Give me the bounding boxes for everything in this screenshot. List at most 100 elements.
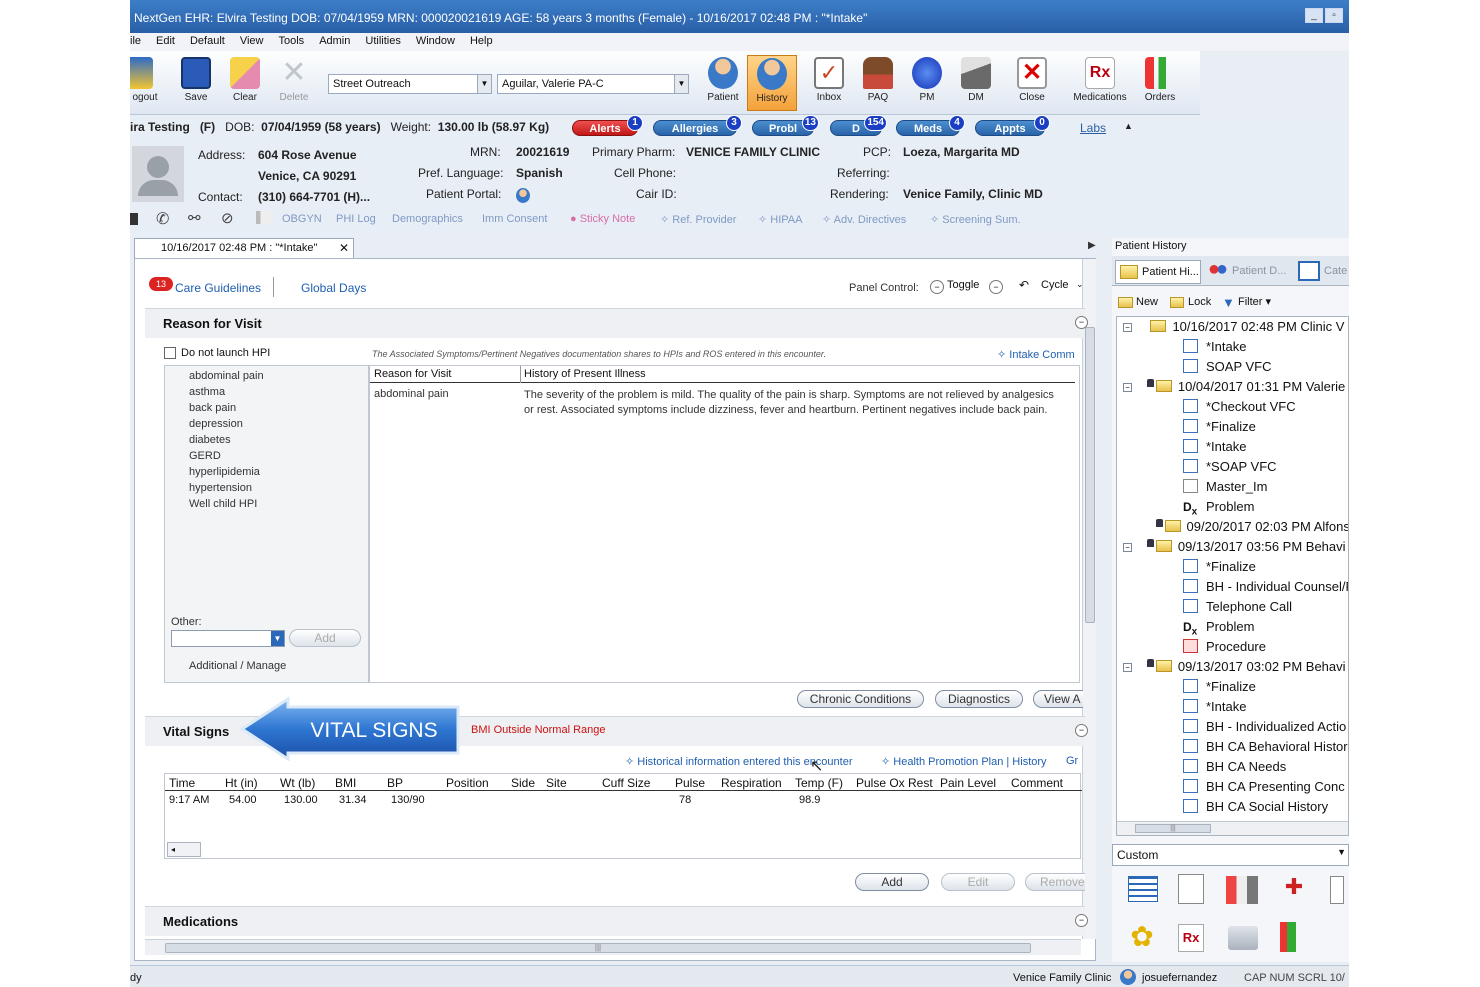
- more-icon[interactable]: [1330, 876, 1344, 904]
- tree-document[interactable]: BH CA Social History: [1183, 799, 1328, 819]
- hpi-item[interactable]: Well child HPI: [189, 498, 264, 514]
- col-hpi-header[interactable]: History of Present Illness: [524, 368, 646, 380]
- medical-bag-icon[interactable]: ✚: [1278, 874, 1310, 904]
- do-not-launch-checkbox[interactable]: [164, 347, 176, 359]
- main-horizontal-scrollbar[interactable]: |||: [145, 939, 1081, 955]
- col-site[interactable]: Site: [546, 776, 567, 790]
- paq-button[interactable]: PAQ: [852, 55, 904, 111]
- tree-document[interactable]: Telephone Call: [1183, 599, 1292, 619]
- demographics-link[interactable]: Demographics: [392, 213, 463, 225]
- col-respiration[interactable]: Respiration: [721, 776, 782, 790]
- col-side[interactable]: Side: [511, 776, 535, 790]
- phone-icon[interactable]: ✆: [156, 209, 169, 229]
- chevron-down-icon[interactable]: ▼: [271, 631, 284, 646]
- menu-window[interactable]: Window: [416, 33, 462, 51]
- col-position[interactable]: Position: [446, 776, 489, 790]
- add-vitals-button[interactable]: Add: [855, 873, 929, 891]
- hpi-cell[interactable]: The severity of the problem is mild. The…: [524, 388, 1064, 418]
- tree-document[interactable]: BH CA Presenting Conc: [1183, 779, 1345, 799]
- hpi-item[interactable]: abdominal pain: [189, 370, 264, 386]
- tree-document[interactable]: *Intake: [1183, 339, 1246, 359]
- view-button[interactable]: View A: [1033, 690, 1083, 708]
- tree-document[interactable]: *Finalize: [1183, 679, 1256, 699]
- appts-button[interactable]: Appts 0: [975, 115, 1050, 136]
- menu-tools[interactable]: Tools: [279, 33, 312, 51]
- tree-document[interactable]: *SOAP VFC: [1183, 459, 1277, 479]
- pm-button[interactable]: PM: [901, 55, 953, 111]
- col-bmi[interactable]: BMI: [335, 776, 356, 790]
- encounter-tab[interactable]: 10/16/2017 02:48 PM : "*Intake" ✕: [134, 238, 354, 258]
- tab-patient-documents[interactable]: Patient D...: [1208, 263, 1286, 279]
- tree-folder[interactable]: − 10/04/2017 01:31 PM Valerie: [1123, 379, 1345, 399]
- tree-folder[interactable]: 09/20/2017 02:03 PM Alfonsi: [1123, 519, 1348, 539]
- clear-button[interactable]: Clear: [219, 55, 271, 111]
- alerts-button[interactable]: Alerts 1: [572, 115, 643, 136]
- tab-scroll-right-icon[interactable]: ▶: [1088, 240, 1096, 251]
- portal-user-icon[interactable]: [516, 188, 530, 203]
- tab-categories[interactable]: Cate: [1298, 261, 1347, 281]
- collapse-section-icon[interactable]: −: [1075, 914, 1088, 927]
- minimize-button[interactable]: _: [1305, 8, 1323, 23]
- global-days-link[interactable]: Global Days: [301, 281, 366, 295]
- tree-horizontal-scrollbar[interactable]: |||: [1117, 821, 1348, 835]
- new-button[interactable]: New: [1118, 296, 1158, 308]
- hpi-item[interactable]: hypertension: [189, 482, 264, 498]
- diagnostics-button[interactable]: Diagnostics: [935, 690, 1023, 708]
- col-cuff-size[interactable]: Cuff Size: [602, 776, 650, 790]
- diagnoses-button[interactable]: D 154: [830, 115, 887, 136]
- gr-link[interactable]: Gr: [1066, 755, 1078, 767]
- filter-button[interactable]: ▼ Filter ▾: [1222, 295, 1271, 310]
- dm-button[interactable]: DM: [950, 55, 1002, 111]
- link-icon[interactable]: ⚯: [188, 209, 201, 227]
- menu-view[interactable]: View: [240, 33, 271, 51]
- menu-edit[interactable]: Edit: [156, 33, 182, 51]
- tree-document[interactable]: BH CA Needs: [1183, 759, 1286, 779]
- ref-provider-link[interactable]: ✧ Ref. Provider: [660, 213, 736, 226]
- chart-pages-icon[interactable]: [1226, 876, 1258, 904]
- col-reason-header[interactable]: Reason for Visit: [374, 368, 451, 380]
- hpi-item[interactable]: depression: [189, 418, 264, 434]
- adv-directives-link[interactable]: ✧ Adv. Directives: [822, 213, 906, 226]
- col-pain-level[interactable]: Pain Level: [940, 776, 996, 790]
- tree-document[interactable]: *Finalize: [1183, 559, 1256, 579]
- hpi-item[interactable]: hyperlipidemia: [189, 466, 264, 482]
- intake-comments-link[interactable]: ✧ Intake Comm: [997, 348, 1075, 361]
- tree-document[interactable]: Master_Im: [1183, 479, 1267, 499]
- sticky-note-link[interactable]: ● Sticky Note: [570, 213, 635, 225]
- view-select[interactable]: Custom ▼: [1112, 844, 1349, 866]
- tree-document[interactable]: SOAP VFC: [1183, 359, 1272, 379]
- collapse-icon[interactable]: ▲: [1124, 121, 1133, 131]
- reason-cell[interactable]: abdominal pain: [374, 388, 449, 400]
- tree-document[interactable]: BH CA Behavioral Histor: [1183, 739, 1348, 759]
- lock-button[interactable]: Lock: [1170, 296, 1211, 308]
- patient-button[interactable]: Patient: [697, 55, 749, 111]
- compass-icon[interactable]: ⊘: [221, 209, 234, 227]
- tree-folder[interactable]: − 10/16/2017 02:48 PM Clinic V: [1123, 319, 1344, 339]
- remove-vitals-button[interactable]: Remove: [1025, 873, 1085, 891]
- menu-admin[interactable]: Admin: [319, 33, 357, 51]
- test-tubes-icon[interactable]: [1280, 922, 1296, 952]
- tree-document[interactable]: *Checkout VFC: [1183, 399, 1296, 419]
- tree-procedure[interactable]: Procedure: [1183, 639, 1266, 659]
- tree-document[interactable]: BH - Individualized Actio: [1183, 719, 1346, 739]
- tree-folder[interactable]: − 09/13/2017 03:02 PM Behavi: [1123, 659, 1346, 679]
- stack-icon[interactable]: [1228, 926, 1258, 950]
- col-height[interactable]: Ht (in): [225, 776, 258, 790]
- hpi-item[interactable]: GERD: [189, 450, 264, 466]
- cycle-button[interactable]: Cycle: [1041, 279, 1069, 291]
- chronic-conditions-button[interactable]: Chronic Conditions: [797, 690, 924, 708]
- restore-button[interactable]: ▫: [1325, 8, 1343, 23]
- rx-icon[interactable]: Rx: [1178, 924, 1204, 952]
- phi-log-link[interactable]: PHI Log: [336, 213, 376, 225]
- vitals-row[interactable]: 9:17 AM 54.00 130.00 31.34 130/90 78 98.…: [165, 792, 1082, 808]
- health-promotion-link[interactable]: ✧ Health Promotion Plan | History: [881, 755, 1047, 768]
- provider-select[interactable]: Aguilar, Valerie PA-C ▼: [497, 74, 689, 94]
- col-pulse-ox[interactable]: Pulse Ox Rest: [856, 776, 933, 790]
- hpi-item[interactable]: diabetes: [189, 434, 264, 450]
- col-weight[interactable]: Wt (lb): [280, 776, 315, 790]
- col-pulse[interactable]: Pulse: [675, 776, 705, 790]
- collapse-all-icon[interactable]: −: [930, 280, 944, 294]
- tree-document[interactable]: *Finalize: [1183, 419, 1256, 439]
- tree-document[interactable]: *Intake: [1183, 439, 1246, 459]
- hpi-item[interactable]: back pain: [189, 402, 264, 418]
